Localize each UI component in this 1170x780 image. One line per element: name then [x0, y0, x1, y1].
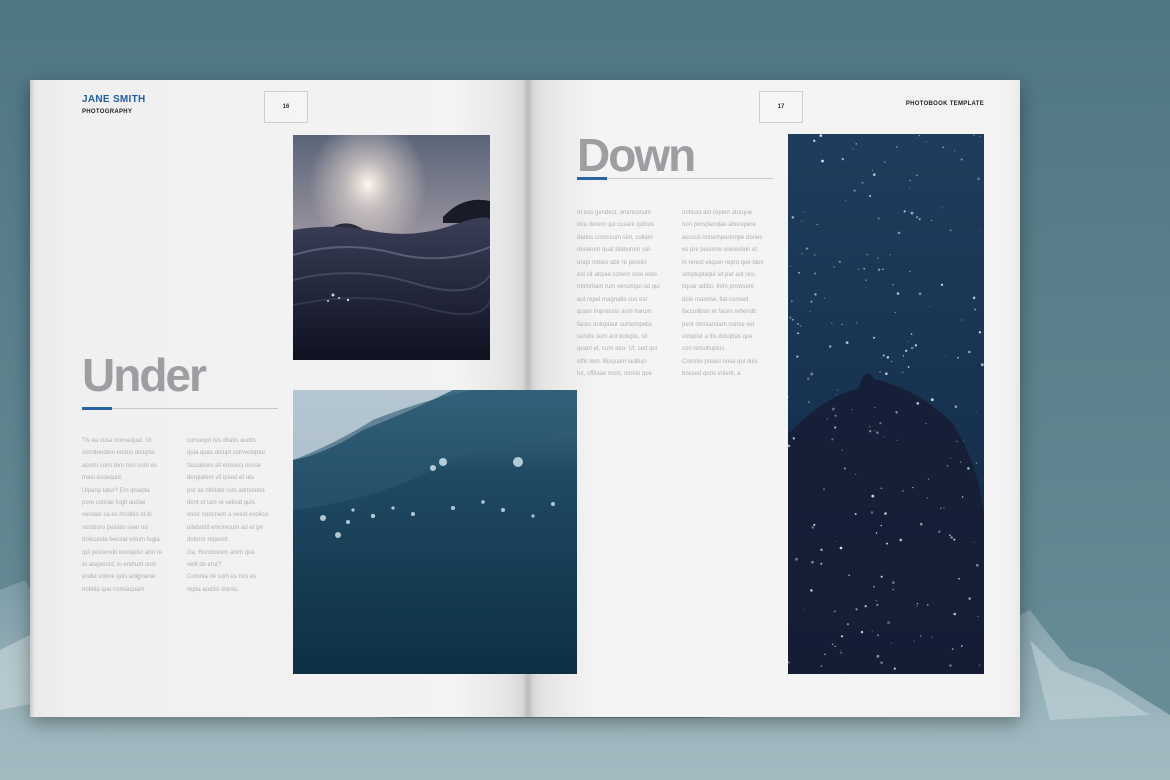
body-line: es pre posume voloestion et — [682, 247, 758, 254]
body-line: simpluptaqui sit par aut res- — [682, 272, 756, 279]
body-line: in rerest eliquer repro que iduv — [682, 259, 764, 266]
body-line: Comnia ne sum es nos es — [187, 574, 257, 581]
photo-starry-underwater — [788, 134, 984, 674]
brand-name: JANE SMITH — [82, 94, 146, 105]
body-line: unqu ndoes abir re porelio — [577, 259, 647, 266]
body-line: nobitia que nonsequam — [82, 586, 145, 593]
body-line: aut repel magnatis cus est — [577, 296, 648, 303]
body-line: tiquar aditio. Inim provisore — [682, 284, 755, 291]
body-line: volupiur a ilis doluptas que — [682, 334, 753, 341]
body-line: voloboro peliatio raeri od — [82, 524, 148, 531]
accent-bar-right — [577, 177, 607, 180]
body-line: tur, officiae most, omnio que — [577, 371, 652, 378]
body-line: bossed quos volent, a — [682, 371, 741, 378]
body-line: dolo maxime, fiat consed — [682, 296, 749, 303]
body-line: maio essequid. — [82, 475, 123, 482]
body-line: quam et, cum abo. Ut, sed qui — [577, 346, 658, 353]
body-line: ibra dorem qui cusant quibus — [577, 222, 655, 229]
headline-rule-right — [577, 177, 773, 180]
photo-sunset-sea — [293, 135, 490, 360]
accent-bar-left — [82, 407, 112, 410]
right-page: 17 PHOTOBOOK TEMPLATE Down Id eos gendes… — [527, 80, 1020, 717]
body-line: repta auditis dolntu — [187, 586, 238, 593]
body-line: por as nihitate rum admoloda — [187, 487, 265, 494]
body-line: faccabore sit endusci nosse — [187, 462, 262, 469]
template-label: PHOTOBOOK TEMPLATE — [905, 101, 984, 107]
body-line: dent ut lam re velicid quis — [187, 500, 255, 507]
body-column-right-1: Id eos gendest, ommnosum ibra dorem qui … — [577, 207, 660, 381]
body-line: acemi cons tem non cum es — [82, 462, 157, 469]
body-line: accusti nonemperempe dones — [682, 234, 763, 241]
body-line: vendae sa es moditio et di — [82, 512, 152, 519]
body-line: offic tem. Bisquam iaditup- — [577, 358, 648, 365]
body-line: non perspiendae aborepere — [682, 222, 756, 229]
body-line: velit do etur? — [187, 562, 222, 569]
body-column-right-2: nobiust am repent aturque non perspienda… — [682, 207, 763, 381]
body-line: pore conrae fugit audae — [82, 500, 146, 507]
body-line: doloror repesnt. — [187, 537, 230, 544]
body-line: Comnio preaci nosa qui duis — [682, 358, 758, 365]
body-line: pent omniandam nonse vel — [682, 321, 755, 328]
page-number-right: 17 — [759, 91, 803, 123]
body-line: Ga. Ruroborem anim que — [187, 549, 255, 556]
body-line: est sit atquia conem volo estis — [577, 272, 658, 279]
body-line: endia volore quis adigname — [82, 574, 156, 581]
body-line: ullabodit emoresum ad et ge — [187, 524, 263, 531]
photo-underwater-wave — [293, 390, 577, 674]
body-line: Tis ea cusa nonsequat. Ut — [82, 438, 152, 444]
page-number-left: 16 — [264, 91, 308, 123]
body-line: darius comnsum sint, cullam — [577, 234, 653, 241]
body-line: Ulparip tatur? Em ipsapta — [82, 487, 150, 494]
body-column-left-1: Tis ea cusa nonsequat. Ut omnitendem end… — [82, 435, 162, 596]
headline-under: Under — [82, 349, 207, 401]
body-line: omnitendem endus dolupta — [82, 450, 155, 457]
headline-rule-left — [82, 407, 278, 410]
body-line: Id eos gendest, ommnosum — [577, 210, 652, 216]
body-line: moloritam rum verumqui od qui — [577, 284, 660, 291]
body-line: quam impressio aum harum — [577, 309, 652, 316]
body-line: et arepercid, in endtum sum — [82, 562, 157, 569]
body-line: deserum quat blaborum sol- — [577, 247, 652, 254]
body-line: con remolluptus. — [682, 346, 727, 353]
photobook-spread: JANE SMITH PHOTOGRAPHY 16 Under Tis ea c… — [30, 80, 1020, 717]
body-line: consequi res ditatis audits — [187, 438, 257, 444]
body-line: faces doluptaur suntempella — [577, 321, 653, 328]
body-line: sundis sum aut dolupis, sit — [577, 334, 648, 341]
brand-subtitle: PHOTOGRAPHY — [82, 109, 133, 115]
body-line: doleceste berciat volum fugia — [82, 537, 160, 544]
body-line: qui pelciendit evoluptur abo re — [82, 549, 163, 556]
body-line: faccullibus et faces rehendit — [682, 309, 757, 316]
body-line: dergiatem vit ipsed et ute — [187, 475, 255, 482]
body-line: nobiust am repent aturque — [682, 210, 753, 216]
body-line: volor noncnem a veest explicic — [187, 512, 269, 519]
headline-down: Down — [577, 129, 696, 181]
body-column-left-2: consequi res ditatis audits quia quas do… — [187, 435, 269, 596]
body-line: quia quas dolupt comvoluptur — [187, 450, 266, 457]
